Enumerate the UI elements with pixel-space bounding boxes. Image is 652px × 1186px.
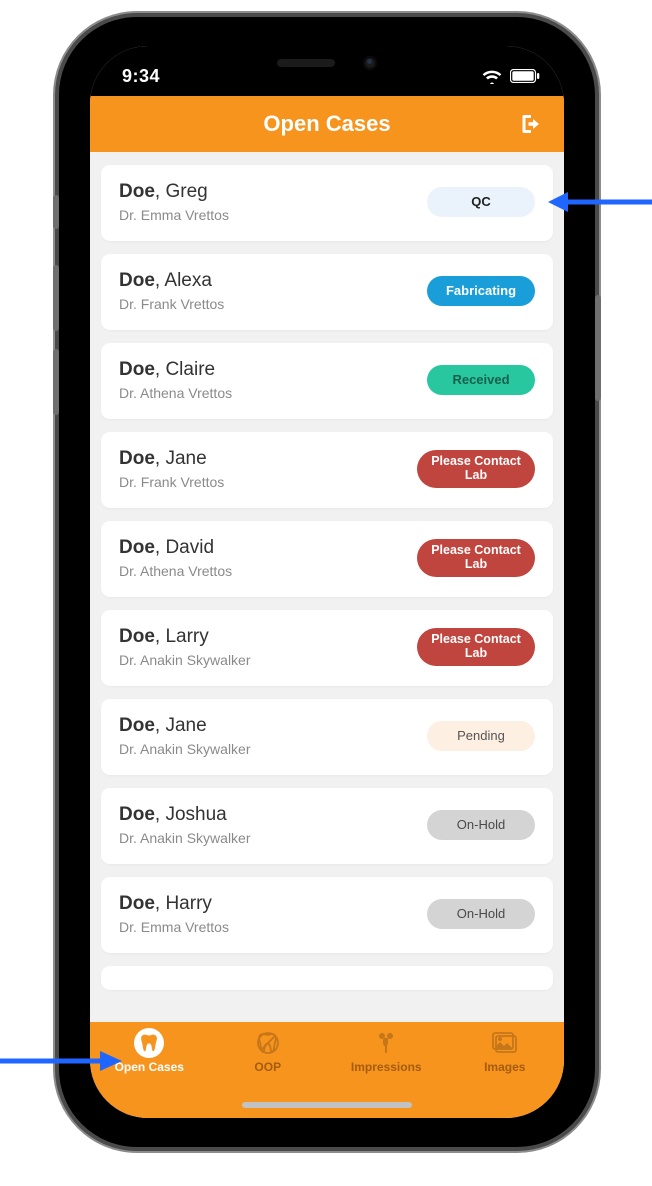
status-badge[interactable]: Please Contact Lab — [417, 450, 535, 488]
annotation-arrow-left — [0, 1049, 122, 1073]
tab-images[interactable]: Images — [446, 1028, 565, 1118]
tab-label: Impressions — [351, 1060, 422, 1074]
home-indicator — [242, 1102, 412, 1108]
status-badge[interactable]: QC — [427, 187, 535, 217]
case-row[interactable]: Doe, Jane Dr. Frank Vrettos Please Contact… — [101, 432, 553, 508]
case-row[interactable]: Doe, Larry Dr. Anakin Skywalker Please Con… — [101, 610, 553, 686]
case-row[interactable]: Doe, Claire Dr. Athena Vrettos Received — [101, 343, 553, 419]
status-badge[interactable]: Fabricating — [427, 276, 535, 306]
screen: 9:34 — [90, 46, 564, 1118]
nav-header: Open Cases — [90, 96, 564, 152]
tab-label: Images — [484, 1060, 525, 1074]
patient-name: Doe, Joshua — [119, 804, 251, 826]
case-row[interactable]: Doe, Alexa Dr. Frank Vrettos Fabricating — [101, 254, 553, 330]
doctor-name: Dr. Anakin Skywalker — [119, 830, 251, 846]
case-row[interactable]: Doe, Harry Dr. Emma Vrettos On-Hold — [101, 877, 553, 953]
patient-name: Doe, Jane — [119, 715, 251, 737]
wifi-icon — [482, 69, 502, 84]
case-row[interactable]: Doe, Joshua Dr. Anakin Skywalker On-Hold — [101, 788, 553, 864]
tooth-icon — [134, 1028, 164, 1058]
status-time: 9:34 — [122, 66, 160, 87]
side-button — [595, 295, 601, 401]
case-row[interactable] — [101, 966, 553, 990]
status-badge[interactable]: Pending — [427, 721, 535, 751]
patient-name: Doe, Claire — [119, 359, 232, 381]
tab-open-cases[interactable]: Open Cases — [90, 1028, 209, 1118]
tab-label: OOP — [254, 1060, 281, 1074]
doctor-name: Dr. Frank Vrettos — [119, 474, 224, 490]
exit-icon — [518, 112, 542, 136]
tooth-slash-icon — [253, 1028, 283, 1058]
page-title: Open Cases — [263, 111, 390, 137]
status-badge[interactable]: Received — [427, 365, 535, 395]
side-button — [53, 195, 59, 229]
patient-name: Doe, Greg — [119, 181, 229, 203]
logout-button[interactable] — [516, 110, 544, 138]
patient-name: Doe, Jane — [119, 448, 224, 470]
case-row[interactable]: Doe, Greg Dr. Emma Vrettos QC — [101, 165, 553, 241]
status-badge[interactable]: On-Hold — [427, 899, 535, 929]
side-button — [53, 349, 59, 415]
case-row[interactable]: Doe, Jane Dr. Anakin Skywalker Pending — [101, 699, 553, 775]
notch — [224, 46, 430, 80]
doctor-name: Dr. Frank Vrettos — [119, 296, 224, 312]
status-badge[interactable]: On-Hold — [427, 810, 535, 840]
phone-inner: 9:34 — [66, 24, 588, 1140]
patient-name: Doe, Harry — [119, 893, 229, 915]
doctor-name: Dr. Athena Vrettos — [119, 563, 232, 579]
battery-icon — [510, 69, 540, 83]
case-list[interactable]: Doe, Greg Dr. Emma Vrettos QC Doe, Alexa Dr.… — [90, 152, 564, 1022]
phone-frame: 9:34 — [59, 17, 595, 1147]
tab-label: Open Cases — [115, 1060, 184, 1074]
status-badge[interactable]: Please Contact Lab — [417, 539, 535, 577]
patient-name: Doe, David — [119, 537, 232, 559]
impressions-icon — [371, 1028, 401, 1058]
images-icon — [490, 1028, 520, 1058]
case-row[interactable]: Doe, David Dr. Athena Vrettos Please Conta… — [101, 521, 553, 597]
doctor-name: Dr. Emma Vrettos — [119, 919, 229, 935]
annotation-arrow-right — [548, 190, 652, 214]
doctor-name: Dr. Athena Vrettos — [119, 385, 232, 401]
doctor-name: Dr. Anakin Skywalker — [119, 652, 251, 668]
doctor-name: Dr. Emma Vrettos — [119, 207, 229, 223]
doctor-name: Dr. Anakin Skywalker — [119, 741, 251, 757]
side-button — [53, 265, 59, 331]
status-badge[interactable]: Please Contact Lab — [417, 628, 535, 666]
patient-name: Doe, Larry — [119, 626, 251, 648]
patient-name: Doe, Alexa — [119, 270, 224, 292]
